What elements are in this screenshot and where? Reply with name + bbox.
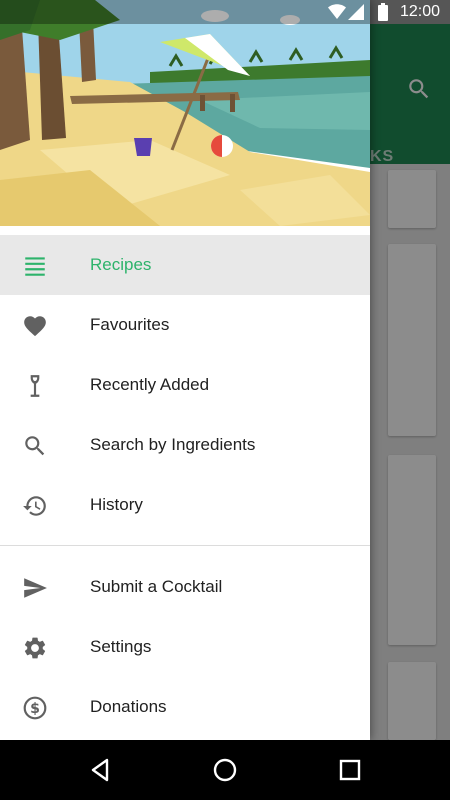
nav-item-favourites[interactable]: Favourites: [0, 295, 370, 355]
beach-illustration: [0, 0, 370, 226]
nav-label-donations: Donations: [90, 697, 167, 716]
status-time: 12:00: [399, 3, 440, 20]
send-icon: [22, 575, 48, 601]
cell-signal-icon: [348, 4, 364, 25]
status-bar: 12:00: [0, 0, 450, 24]
nav-item-recipes[interactable]: Recipes: [0, 235, 370, 295]
nav-label-submit-cocktail: Submit a Cocktail: [90, 577, 223, 596]
nav-item-search-by-ingredients[interactable]: Search by Ingredients: [0, 415, 370, 475]
nav-label-settings: Settings: [90, 637, 152, 656]
nav-label-search-by-ingredients: Search by Ingredients: [90, 435, 256, 454]
cocktail-glass-icon: [22, 373, 48, 399]
gear-icon: [22, 635, 48, 661]
nav-item-history[interactable]: History: [0, 475, 370, 535]
nav-label-recently-added: Recently Added: [90, 375, 210, 394]
nav-label-history: History: [90, 495, 143, 514]
nav-item-recently-added[interactable]: Recently Added: [0, 355, 370, 415]
nav-item-donations[interactable]: $ Donations: [0, 677, 370, 737]
nav-label-recipes: Recipes: [90, 255, 152, 274]
search-icon: [22, 433, 48, 459]
navigation-drawer: Recipes Favourites Recently Added Search…: [0, 0, 370, 740]
back-button[interactable]: [85, 755, 115, 785]
history-icon: [22, 493, 48, 519]
heart-icon: [22, 313, 48, 339]
nav-item-submit-cocktail[interactable]: Submit a Cocktail: [0, 557, 370, 617]
drawer-menu: Recipes Favourites Recently Added Search…: [0, 235, 370, 737]
list-icon: [22, 253, 48, 279]
drawer-header-image: [0, 0, 370, 226]
dollar-coin-icon: $: [22, 695, 48, 721]
svg-text:$: $: [30, 701, 40, 717]
nav-label-favourites: Favourites: [90, 315, 170, 334]
wifi-icon: [328, 4, 346, 25]
battery-icon: [378, 3, 388, 26]
home-button[interactable]: [210, 755, 240, 785]
system-navigation-bar: [0, 740, 450, 800]
nav-item-settings[interactable]: Settings: [0, 617, 370, 677]
recents-button[interactable]: [335, 755, 365, 785]
drawer-divider: [0, 545, 370, 546]
